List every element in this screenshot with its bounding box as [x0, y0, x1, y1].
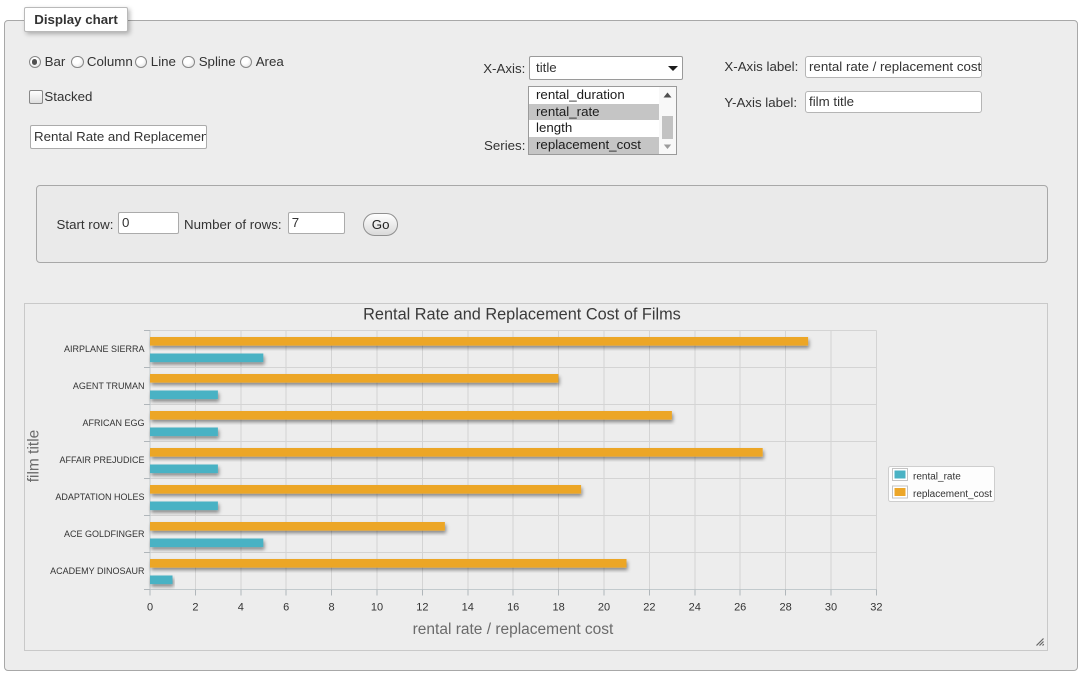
svg-text:film title: film title — [26, 430, 43, 483]
svg-text:AFRICAN EGG: AFRICAN EGG — [82, 418, 144, 428]
svg-text:20: 20 — [598, 602, 610, 614]
svg-text:replacement_cost: replacement_cost — [913, 489, 992, 500]
svg-text:ACE GOLDFINGER: ACE GOLDFINGER — [64, 529, 145, 539]
svg-text:18: 18 — [552, 602, 564, 614]
svg-text:26: 26 — [734, 602, 746, 614]
svg-text:10: 10 — [371, 602, 383, 614]
svg-text:ADAPTATION HOLES: ADAPTATION HOLES — [55, 492, 144, 502]
svg-text:Rental Rate and Replacement Co: Rental Rate and Replacement Cost of Film… — [363, 306, 681, 324]
svg-text:ACADEMY DINOSAUR: ACADEMY DINOSAUR — [50, 566, 145, 576]
svg-text:AFFAIR PREJUDICE: AFFAIR PREJUDICE — [59, 455, 144, 465]
svg-text:4: 4 — [238, 602, 244, 614]
svg-text:rental rate / replacement cost: rental rate / replacement cost — [413, 621, 614, 638]
svg-text:32: 32 — [870, 602, 882, 614]
svg-text:0: 0 — [147, 602, 153, 614]
svg-text:6: 6 — [283, 602, 289, 614]
svg-text:2: 2 — [192, 602, 198, 614]
svg-text:14: 14 — [462, 602, 474, 614]
svg-text:22: 22 — [643, 602, 655, 614]
svg-text:24: 24 — [689, 602, 701, 614]
svg-text:rental_rate: rental_rate — [913, 472, 961, 483]
svg-text:30: 30 — [825, 602, 837, 614]
svg-text:8: 8 — [329, 602, 335, 614]
svg-text:AIRPLANE SIERRA: AIRPLANE SIERRA — [64, 344, 145, 354]
svg-text:AGENT TRUMAN: AGENT TRUMAN — [73, 381, 145, 391]
svg-text:16: 16 — [507, 602, 519, 614]
svg-text:28: 28 — [779, 602, 791, 614]
svg-text:12: 12 — [416, 602, 428, 614]
